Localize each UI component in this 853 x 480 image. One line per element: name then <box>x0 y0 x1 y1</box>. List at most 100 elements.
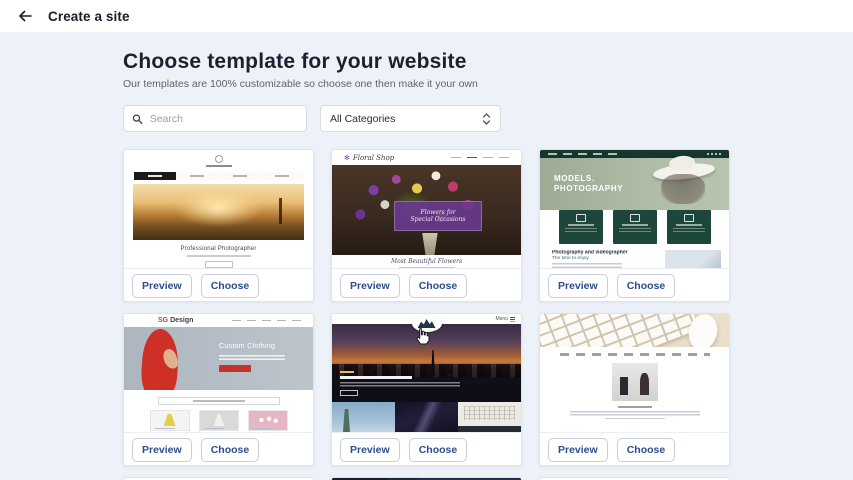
choose-button[interactable]: Choose <box>617 438 676 462</box>
mini-navbar <box>540 150 729 158</box>
mini-hero-tulips-photo: Flowers for Special Occasions <box>332 165 521 255</box>
mini-logo-text: Floral Shop <box>353 154 394 162</box>
template-card-business[interactable]: Preview Choose <box>539 313 730 466</box>
mini-product-pink-accessory <box>248 410 288 431</box>
mini-feature-text: Photography and videographer The time to… <box>552 250 641 269</box>
preview-button[interactable]: Preview <box>548 438 608 462</box>
search-icon <box>132 113 143 125</box>
template-thumbnail-photographer[interactable]: Professional Photographer <box>124 150 313 269</box>
mini-caption-title-placeholder <box>618 406 652 408</box>
mini-cta-button <box>205 261 233 268</box>
mini-post-tiles <box>332 402 521 433</box>
mini-hero-red-dress-photo: Custom Clothing <box>124 327 313 390</box>
mini-nav-item <box>219 172 261 180</box>
mini-text-placeholder <box>552 263 622 269</box>
mini-social-icons <box>707 153 721 155</box>
mini-header: ✻ Floral Shop <box>332 150 521 165</box>
card-actions: Preview Choose <box>332 269 521 302</box>
mini-content-row: Photography and videographer The time to… <box>552 250 721 269</box>
category-select-value: All Categories <box>330 113 395 125</box>
mini-headline: MODELS. PHOTOGRAPHY <box>554 174 623 194</box>
template-card-city-blog[interactable]: Menu <box>331 313 522 466</box>
category-select[interactable]: All Categories <box>320 105 501 132</box>
back-button[interactable] <box>14 5 36 27</box>
flower-icon: ✻ <box>344 154 350 162</box>
template-card-floral-shop[interactable]: ✻ Floral Shop Flowers for Special Occasi… <box>331 149 522 302</box>
mini-content-image <box>665 250 721 269</box>
template-card-photographer[interactable]: Professional Photographer Preview Choose <box>123 149 314 302</box>
choose-button[interactable]: Choose <box>617 274 676 298</box>
mini-headline: Professional Photographer <box>124 246 313 252</box>
mini-hero-model-photo: MODELS. PHOTOGRAPHY <box>540 158 729 210</box>
main-content: Choose template for your website Our tem… <box>0 33 853 480</box>
mini-nav-item <box>262 172 304 180</box>
choose-button[interactable]: Choose <box>201 274 260 298</box>
template-thumbnail-sg-design[interactable]: SG Design Custom Clothing <box>124 314 313 433</box>
page-header-title: Create a site <box>48 9 130 24</box>
preview-button[interactable]: Preview <box>132 274 192 298</box>
search-box[interactable] <box>123 105 307 132</box>
mini-logo-accent: SG <box>158 317 168 324</box>
mini-article-overlay <box>340 371 460 396</box>
template-thumbnail-business[interactable] <box>540 314 729 433</box>
mini-hero-keyboard-photo <box>540 314 729 347</box>
mini-logo-text: SG Design <box>158 317 193 324</box>
mini-feature-card <box>667 210 711 244</box>
mini-product-yellow-dress <box>150 410 190 431</box>
mini-model-hair <box>661 174 705 204</box>
mini-feature-subtitle: The time to enjoy <box>552 256 623 261</box>
mini-caption-subtext <box>399 267 455 269</box>
template-thumbnail-floral-shop[interactable]: ✻ Floral Shop Flowers for Special Occasi… <box>332 150 521 269</box>
mini-feature-cards <box>540 210 729 244</box>
card-actions: Preview Choose <box>540 433 729 466</box>
mini-text-placeholder <box>219 355 285 360</box>
app-header: Create a site <box>0 0 853 33</box>
hamburger-menu-icon <box>510 317 515 322</box>
preview-button[interactable]: Preview <box>132 438 192 462</box>
mini-headline: Custom Clothing <box>219 343 285 350</box>
preview-button[interactable]: Preview <box>340 438 400 462</box>
mini-keyboard <box>540 314 700 347</box>
choose-button[interactable]: Choose <box>409 438 468 462</box>
page-title: Choose template for your website <box>123 50 853 74</box>
mouse-cursor-pointer-icon <box>414 327 430 345</box>
template-thumbnail-city-blog[interactable]: Menu <box>332 314 521 433</box>
mini-banner-line2: Special Occasions <box>411 216 466 223</box>
mini-cta-button <box>219 365 251 372</box>
mini-fence-post <box>279 198 282 224</box>
mini-nav-item <box>134 172 176 180</box>
preview-button[interactable]: Preview <box>548 274 608 298</box>
mini-vase <box>419 233 441 255</box>
mini-nav <box>232 320 301 322</box>
mini-product-tiles <box>124 410 313 431</box>
mini-feature-title: Photography and videographer <box>552 250 628 255</box>
template-card-models-photography[interactable]: MODELS. PHOTOGRAPHY Photography and vide… <box>539 149 730 302</box>
template-card-sg-design[interactable]: SG Design Custom Clothing <box>123 313 314 466</box>
template-thumbnail-models-photography[interactable]: MODELS. PHOTOGRAPHY Photography and vide… <box>540 150 729 269</box>
mini-office-photo <box>612 363 658 401</box>
mini-logo-text <box>206 165 232 167</box>
mini-nav <box>134 172 303 180</box>
template-grid: Professional Photographer Preview Choose… <box>123 149 733 480</box>
preview-button[interactable]: Preview <box>340 274 400 298</box>
arrow-left-icon <box>17 8 33 24</box>
mini-nav-links <box>560 353 710 356</box>
camera-icon <box>576 214 586 222</box>
select-chevrons-icon <box>482 112 491 126</box>
mini-feature-card <box>613 210 657 244</box>
mini-caption-sub-placeholder <box>605 418 665 420</box>
card-actions: Preview Choose <box>540 269 729 302</box>
video-icon <box>684 214 694 222</box>
search-input[interactable] <box>150 113 298 125</box>
mini-nav <box>451 157 509 159</box>
choose-button[interactable]: Choose <box>409 274 468 298</box>
mini-post-statue-of-liberty <box>332 402 395 433</box>
mini-section-title-bar <box>158 397 280 405</box>
card-actions: Preview Choose <box>124 269 313 302</box>
mini-header: SG Design <box>124 314 313 327</box>
mini-logo-rest: Design <box>168 317 193 324</box>
choose-button[interactable]: Choose <box>201 438 260 462</box>
mini-article-text-placeholder <box>340 382 460 387</box>
mini-nav-item <box>177 172 219 180</box>
mini-readmore-button <box>340 390 358 396</box>
